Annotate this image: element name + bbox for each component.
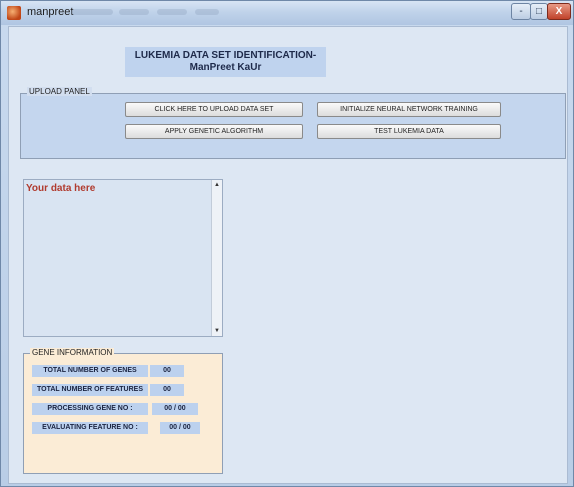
upload-data-set-button[interactable]: CLICK HERE TO UPLOAD DATA SET: [125, 102, 303, 117]
menu-item-blurred[interactable]: [119, 9, 149, 15]
maximize-button[interactable]: □: [530, 3, 548, 20]
menu-item-blurred[interactable]: [195, 9, 219, 15]
gene-panel-title: GENE INFORMATION: [30, 348, 115, 357]
test-lukemia-data-button[interactable]: TEST LUKEMIA DATA: [317, 124, 501, 139]
close-button[interactable]: X: [547, 3, 571, 20]
window-title: manpreet: [27, 6, 74, 18]
total-genes-value: 00: [150, 365, 184, 377]
menu-item-blurred[interactable]: [157, 9, 187, 15]
textarea-scrollbar[interactable]: ▲ ▼: [211, 180, 222, 336]
application-window: manpreet - □ X LUKEMIA DATA SET IDENTIFI…: [0, 0, 574, 487]
processing-gene-label: PROCESSING GENE NO :: [32, 403, 148, 415]
data-placeholder-text: Your data here: [26, 183, 96, 194]
upload-panel-title: UPLOAD PANEL: [27, 87, 92, 96]
total-features-value: 00: [150, 384, 184, 396]
menu-item-blurred[interactable]: [71, 9, 113, 15]
processing-gene-value: 00 / 00: [152, 403, 198, 415]
total-genes-label: TOTAL NUMBER OF GENES: [32, 365, 148, 377]
total-features-label: TOTAL NUMBER OF FEATURES: [32, 384, 148, 396]
minimize-button[interactable]: -: [511, 3, 531, 20]
data-display-textarea[interactable]: Your data here ▲ ▼: [23, 179, 223, 337]
title-bar[interactable]: manpreet - □ X: [1, 1, 573, 25]
figure-area: LUKEMIA DATA SET IDENTIFICATION- ManPree…: [8, 26, 568, 484]
evaluating-feature-label: EVALUATING FEATURE NO :: [32, 422, 148, 434]
chevron-up-icon[interactable]: ▲: [214, 182, 220, 188]
apply-genetic-algorithm-button[interactable]: APPLY GENETIC ALGORITHM: [125, 124, 303, 139]
gene-information-panel: GENE INFORMATION TOTAL NUMBER OF GENES 0…: [23, 348, 223, 474]
evaluating-feature-value: 00 / 00: [160, 422, 200, 434]
app-icon: [7, 6, 21, 20]
initialize-nn-training-button[interactable]: INITIALIZE NEURAL NETWORK TRAINING: [317, 102, 501, 117]
app-heading: LUKEMIA DATA SET IDENTIFICATION- ManPree…: [125, 47, 326, 77]
chevron-down-icon[interactable]: ▼: [214, 328, 220, 334]
heading-author: ManPreet KaUr: [189, 62, 262, 73]
heading-title: LUKEMIA DATA SET IDENTIFICATION-: [134, 50, 317, 61]
upload-panel: UPLOAD PANEL CLICK HERE TO UPLOAD DATA S…: [20, 87, 566, 159]
